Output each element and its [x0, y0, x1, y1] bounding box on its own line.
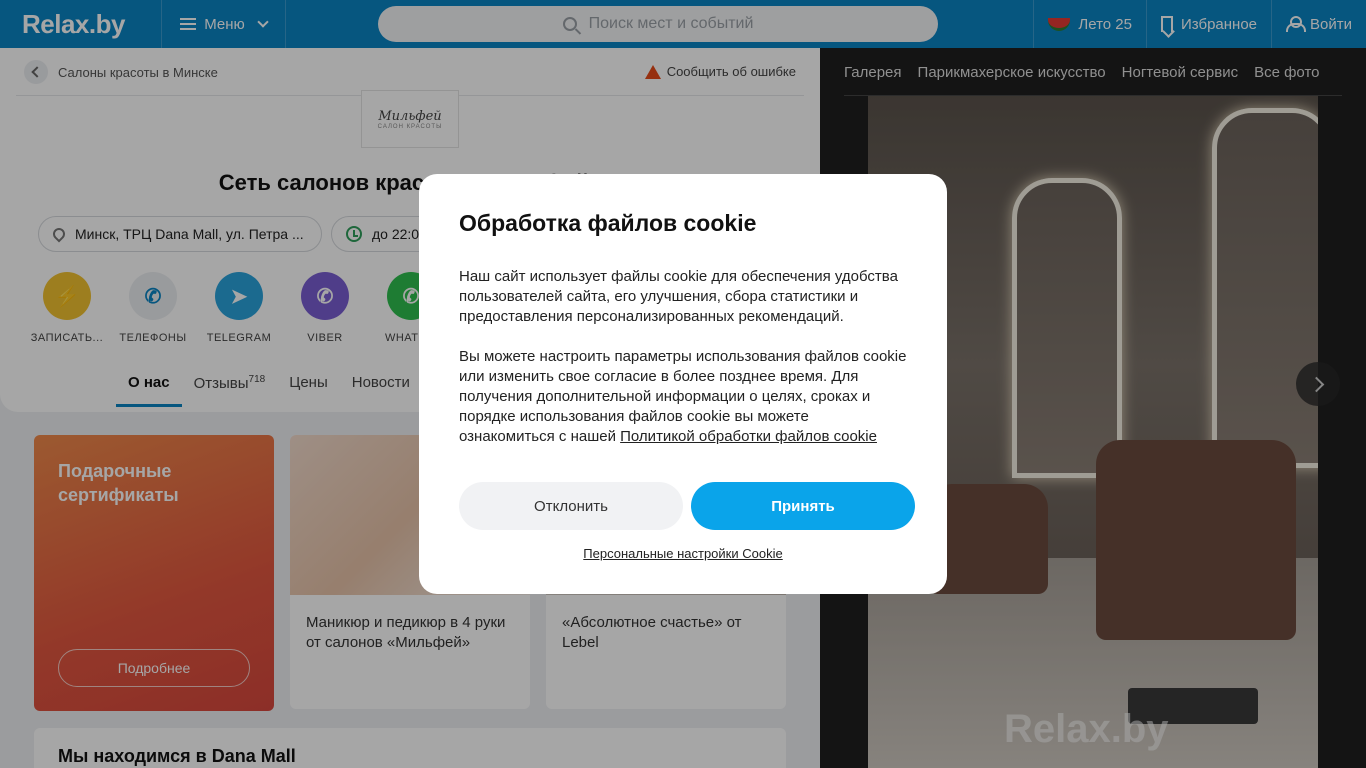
cookie-settings-link[interactable]: Персональные настройки Cookie — [419, 546, 947, 561]
decline-button[interactable]: Отклонить — [459, 482, 683, 530]
cookie-policy-link[interactable]: Политикой обработки файлов cookie — [620, 428, 877, 445]
cookie-dialog: Обработка файлов cookie Наш сайт использ… — [419, 174, 947, 594]
cookie-text-1: Наш сайт использует файлы cookie для обе… — [459, 268, 898, 325]
cookie-text-2: Вы можете настроить параметры использова… — [459, 347, 907, 447]
accept-button[interactable]: Принять — [691, 482, 915, 530]
cookie-title: Обработка файлов cookie — [459, 210, 757, 236]
